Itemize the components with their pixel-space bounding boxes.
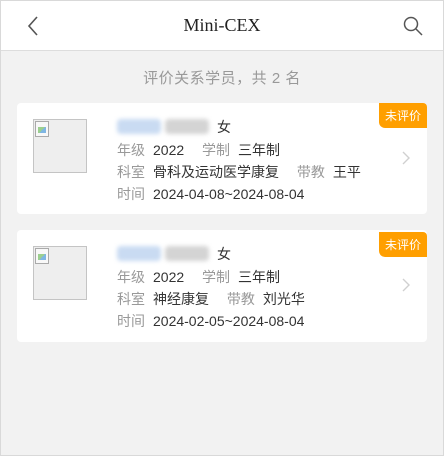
time-value: 2024-04-08~2024-08-04 <box>153 186 305 202</box>
time-row: 时间 2024-04-08~2024-08-04 <box>117 184 304 204</box>
department-row: 科室 神经康复 带教 刘光华 <box>117 289 305 309</box>
system-label: 学制 <box>202 142 231 158</box>
status-badge: 未评价 <box>378 232 427 257</box>
grade-label: 年级 <box>117 142 145 158</box>
student-count-summary: 评价关系学员，共 2 名 <box>143 70 301 87</box>
broken-image-icon <box>35 248 49 264</box>
teacher-label: 带教 <box>226 291 255 307</box>
department-label: 科室 <box>117 164 145 180</box>
department-row: 科室 骨科及运动医学康复 带教 王平 <box>117 162 361 182</box>
department-value: 神经康复 <box>153 291 209 307</box>
search-icon <box>403 16 423 36</box>
system-value: 三年制 <box>238 142 281 158</box>
grade-row: 年级 2022 学制 三年制 <box>117 267 280 287</box>
avatar <box>33 119 87 173</box>
teacher-value: 王平 <box>332 164 361 180</box>
redacted-name <box>165 119 209 134</box>
system-value: 三年制 <box>238 269 281 285</box>
redacted-name <box>117 246 161 261</box>
student-card[interactable]: 女 年级 2022 学制 三年制 科室 骨科及运动医学康复 带教 王平 时间 2024-0… <box>17 103 427 214</box>
top-bar: Mini-CEX <box>1 1 443 51</box>
department-label: 科室 <box>117 291 145 307</box>
avatar <box>33 246 87 300</box>
grade-label: 年级 <box>117 269 145 285</box>
department-value: 骨科及运动医学康复 <box>153 164 279 180</box>
status-badge: 未评价 <box>378 103 427 128</box>
chevron-right-icon <box>402 278 410 292</box>
teacher-label: 带教 <box>296 164 325 180</box>
chevron-right-icon <box>402 151 410 165</box>
grade-value: 2022 <box>153 142 185 158</box>
gender: 女 <box>217 246 231 262</box>
page-title: Mini-CEX <box>183 15 261 35</box>
student-card[interactable]: 女 年级 2022 学制 三年制 科室 神经康复 带教 刘光华 时间 2024-02-05… <box>17 230 427 342</box>
grade-value: 2022 <box>153 269 185 285</box>
search-button[interactable] <box>401 14 425 38</box>
redacted-name <box>165 246 209 261</box>
time-row: 时间 2024-02-05~2024-08-04 <box>117 311 304 331</box>
app-frame: Mini-CEX 评价关系学员，共 2 名 女 年级 2022 学制 三年制 科室骨… <box>0 0 444 456</box>
time-label: 时间 <box>117 186 145 202</box>
time-label: 时间 <box>117 313 145 329</box>
redacted-name <box>117 119 161 134</box>
broken-image-icon <box>35 121 49 137</box>
gender: 女 <box>217 119 231 135</box>
time-value: 2024-02-05~2024-08-04 <box>153 313 305 329</box>
teacher-value: 刘光华 <box>262 291 305 307</box>
system-label: 学制 <box>202 269 231 285</box>
grade-row: 年级 2022 学制 三年制 <box>117 140 280 160</box>
